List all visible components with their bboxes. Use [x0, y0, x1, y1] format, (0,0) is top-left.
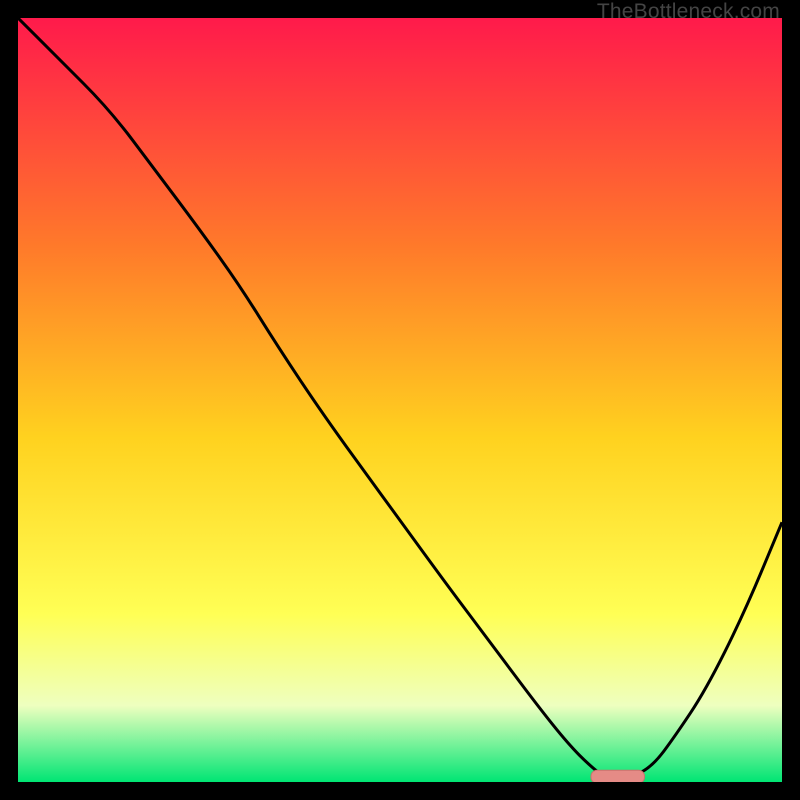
- watermark-text: TheBottleneck.com: [597, 0, 780, 24]
- optimal-range-marker: [591, 770, 645, 782]
- gradient-background: [18, 18, 782, 782]
- chart-frame: TheBottleneck.com: [0, 0, 800, 800]
- plot-area: [18, 18, 782, 782]
- bottleneck-curve-chart: [18, 18, 782, 782]
